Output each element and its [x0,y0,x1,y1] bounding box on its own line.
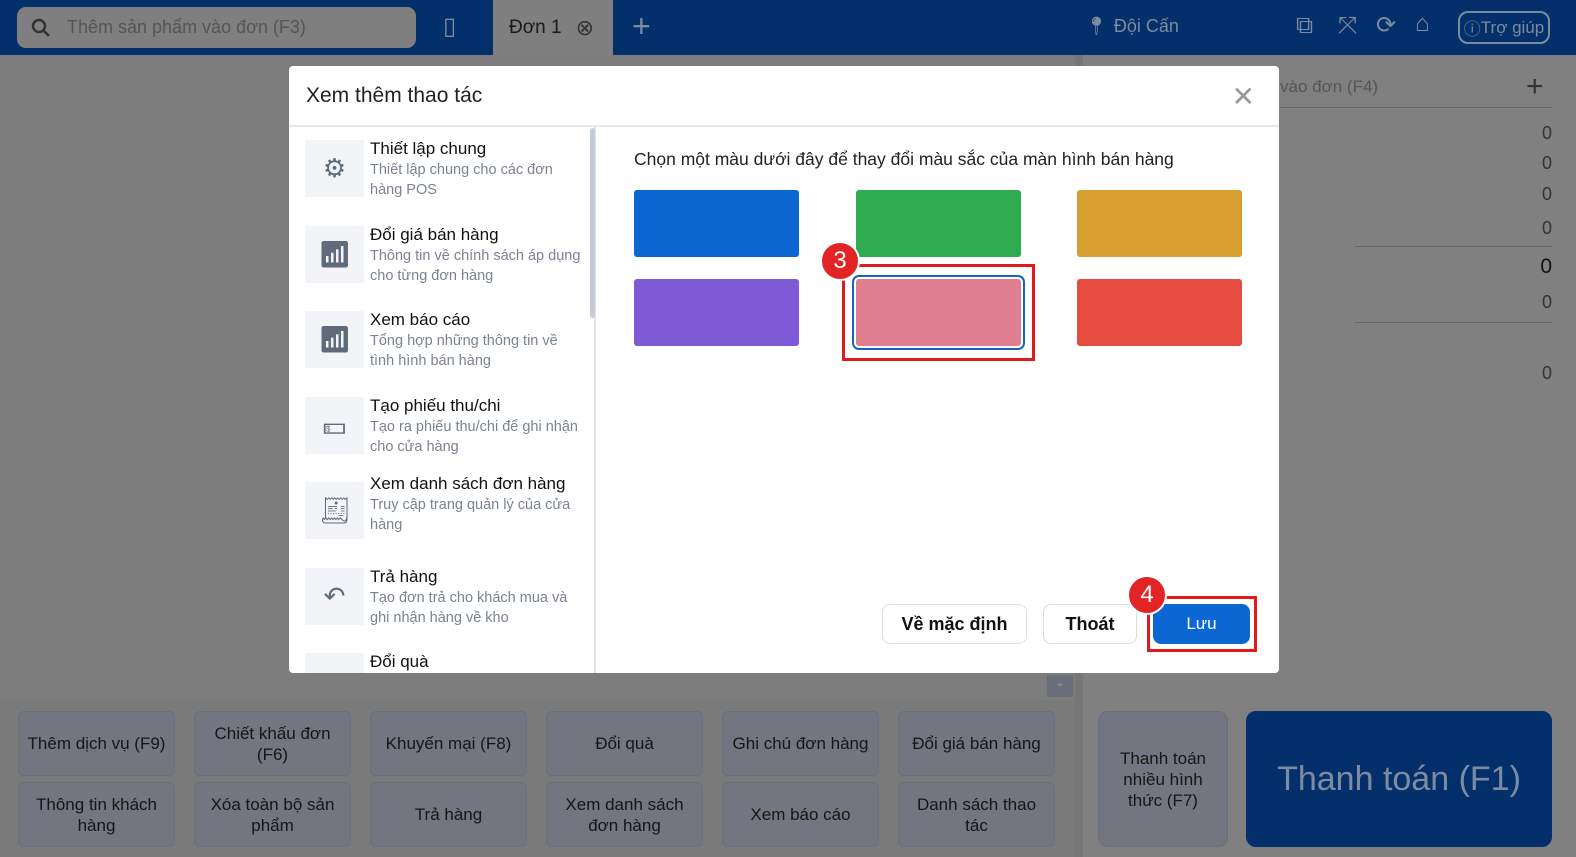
item-title: Xem báo cáo [370,310,471,329]
list-item[interactable]: Đổi quà [305,653,585,673]
item-title: Thiết lập chung [370,139,487,158]
return-icon: ↶ [305,568,364,625]
action-button[interactable]: Ghi chú đơn hàng [722,711,879,776]
list-item[interactable]: ↶ Trả hàng Tạo đơn trả cho khách mua và gh… [305,568,585,628]
action-button[interactable]: Xem danh sách đơn hàng [546,782,703,847]
value: 0 [1541,153,1552,173]
item-desc: Tổng hợp những thông tin về tình hình bá… [370,333,558,369]
scrollbar[interactable] [590,128,595,318]
device-icon[interactable]: ⧉ [1296,12,1313,40]
exit-button[interactable]: Thoát [1043,604,1137,644]
money-icon: 💵︎ [305,397,364,454]
reset-default-button[interactable]: Về mặc định [882,604,1027,644]
search-placeholder: Thêm sản phẩm vào đơn (F3) [67,17,306,37]
divider [1280,107,1552,108]
more-actions-modal: Xem thêm thao tác ✕ ⚙ Thiết lập chung Thiế… [289,66,1279,673]
item-desc: Thông tin về chính sách áp dụng cho từng… [370,248,581,284]
list-item[interactable]: 📶︎ Đổi giá bán hàng Thông tin về chính sác… [305,226,585,286]
step-badge: 3 [820,241,860,281]
action-button[interactable]: Chiết khấu đơn (F6) [194,711,351,776]
action-button[interactable]: Trả hàng [370,782,527,847]
action-button[interactable]: Thêm dịch vụ (F9) [18,711,175,776]
item-desc: Tạo đơn trả cho khách mua và ghi nhận hà… [370,590,568,626]
action-button[interactable]: Thông tin khách hàng [18,782,175,847]
item-title: Xem danh sách đơn hàng [370,474,566,493]
item-title: Đổi giá bán hàng [370,225,499,244]
value: 0 [1541,218,1552,238]
color-swatch[interactable] [856,190,1021,257]
chart-icon: 📶︎ [305,226,364,283]
tab-order-1[interactable]: Đơn 1 ⊗ [493,0,613,55]
barcode-scanner-icon[interactable]: ▯ [443,12,456,41]
item-title: Trả hàng [370,567,438,586]
item-desc: Truy cập trang quản lý của cửa hàng [370,497,571,533]
value: 0 [1541,363,1552,383]
gears-icon: ⚙ [305,140,364,197]
help-button[interactable]: ⓘ Trợ giúp [1458,11,1550,44]
value: 0 [1541,184,1552,204]
refresh-icon[interactable]: ⟳ [1376,11,1396,40]
modal-title: Xem thêm thao tác [306,84,483,107]
action-button[interactable]: Khuyến mại (F8) [370,711,527,776]
tab-label: Đơn 1 [509,16,562,38]
list-item[interactable]: ⚙ Thiết lập chung Thiết lập chung cho các … [305,140,585,200]
location-pin-icon: 📍︎ [1085,16,1108,36]
action-button[interactable]: Xóa toàn bộ sản phẩm [194,782,351,847]
scroll-down-icon[interactable]: ⌄ [1047,675,1073,697]
list-item[interactable]: 📶︎ Xem báo cáo Tổng hợp những thông tin về… [305,311,585,371]
color-swatch[interactable] [634,279,799,346]
add-tab-icon[interactable]: + [632,8,651,45]
color-swatch[interactable] [1077,279,1242,346]
action-button[interactable]: Xem báo cáo [722,782,879,847]
gift-icon [305,653,364,673]
customer-search-input[interactable]: vào đơn (F4) [1280,77,1378,97]
item-title: Đổi quà [370,652,429,671]
multi-payment-button[interactable]: Thanh toán nhiều hình thức (F7) [1098,711,1228,847]
pay-button[interactable]: Thanh toán (F1) [1246,711,1552,847]
chart-icon: 📶︎ [305,311,364,368]
invoice-icon: 🧾︎ [305,482,364,539]
action-list: ⚙ Thiết lập chung Thiết lập chung cho các … [289,127,596,673]
close-icon[interactable]: ✕ [1232,80,1255,113]
action-button[interactable]: Đổi quà [546,711,703,776]
fullscreen-icon[interactable]: ⤧ [1338,12,1357,40]
home-icon[interactable]: ⌂ [1415,10,1430,38]
divider [1355,246,1552,247]
item-desc: Tạo ra phiếu thu/chi để ghi nhận cho cửa… [370,419,578,455]
action-button[interactable]: Đổi giá bán hàng [898,711,1055,776]
step-badge: 4 [1127,575,1167,615]
location-label: Đội Cấn [1113,16,1179,36]
annotation-box [842,264,1035,361]
product-search-input[interactable]: Thêm sản phẩm vào đơn (F3) [17,7,416,48]
action-button[interactable]: Danh sách thao tác [898,782,1055,847]
help-label: Trợ giúp [1480,17,1545,37]
color-swatch[interactable] [1077,190,1242,257]
list-item[interactable]: 🧾︎ Xem danh sách đơn hàng Truy cập trang q… [305,475,585,539]
add-customer-icon[interactable]: + [1526,70,1544,104]
close-tab-icon[interactable]: ⊗ [576,15,594,41]
value: 0 [1541,292,1552,312]
item-desc: Thiết lập chung cho các đơn hàng POS [370,162,553,198]
value: 0 [1541,123,1552,143]
location[interactable]: 📍︎ Đội Cấn [1085,16,1179,37]
divider [1355,322,1552,323]
color-prompt: Chọn một màu dưới đây để thay đổi màu sắ… [634,149,1174,169]
help-icon: ⓘ [1463,20,1481,39]
total-value: 0 [1540,255,1552,278]
search-icon [31,18,50,37]
list-item[interactable]: 💵︎ Tạo phiếu thu/chi Tạo ra phiếu thu/chi … [305,397,585,457]
color-swatch[interactable] [634,190,799,257]
item-title: Tạo phiếu thu/chi [370,396,501,415]
